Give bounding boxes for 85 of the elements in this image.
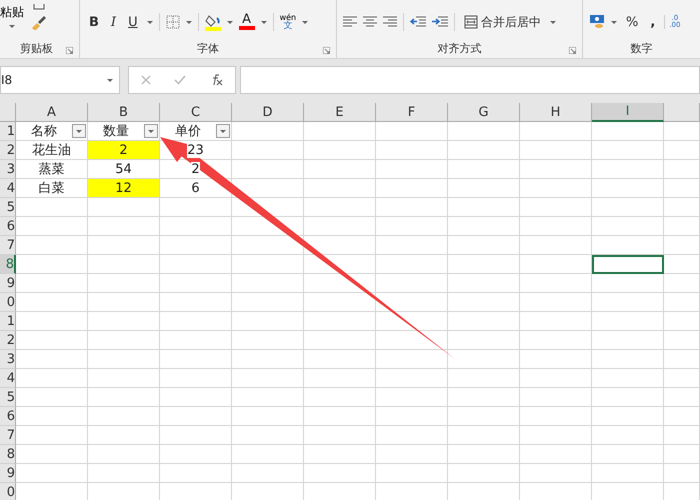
currency-icon[interactable] (589, 14, 605, 30)
row-header[interactable]: 7 (0, 236, 16, 255)
font-color-button[interactable]: A (238, 14, 255, 30)
row-header[interactable]: 4 (0, 179, 16, 198)
dialog-launcher-icon[interactable] (569, 47, 576, 54)
align-right-icon[interactable] (383, 16, 397, 28)
column-header[interactable]: G (448, 103, 520, 122)
filter-button[interactable] (216, 124, 230, 138)
name-box[interactable]: I8 (0, 66, 120, 94)
row-header[interactable]: 0 (0, 483, 16, 500)
row-header[interactable]: 2 (0, 331, 16, 350)
caret-icon (148, 130, 154, 132)
row-header[interactable]: 5 (0, 198, 16, 217)
dialog-launcher-icon[interactable] (66, 47, 73, 54)
column-header[interactable]: A (16, 103, 88, 122)
column-header[interactable]: C (160, 103, 232, 122)
row-header[interactable]: 6 (0, 407, 16, 426)
caret-icon[interactable] (550, 20, 556, 24)
italic-button[interactable]: I (108, 14, 120, 30)
caret-icon[interactable] (260, 20, 267, 24)
phonetic-button[interactable]: wén 文 (280, 13, 296, 31)
borders-icon[interactable] (166, 15, 180, 29)
comma-button[interactable]: , (647, 14, 658, 30)
table-cell: 单价 (160, 122, 232, 141)
caret-icon[interactable] (611, 20, 617, 24)
color-bar-icon (238, 26, 255, 30)
column-header[interactable]: H (520, 103, 592, 122)
increase-indent-icon[interactable] (432, 16, 448, 28)
row-header[interactable]: 5 (0, 388, 16, 407)
align-center-icon[interactable] (363, 16, 377, 28)
row-header[interactable]: 1 (0, 122, 16, 141)
caret-icon[interactable] (186, 20, 192, 24)
column-header[interactable]: D (232, 103, 304, 122)
row-header[interactable]: 6 (0, 217, 16, 236)
fill-color-icon[interactable] (204, 13, 221, 31)
decrease-indent-icon[interactable] (410, 16, 426, 28)
column-header[interactable]: B (88, 103, 160, 122)
merge-center-button[interactable]: 合并后居中 (461, 12, 544, 32)
caret-icon[interactable] (146, 20, 153, 24)
caret-icon[interactable] (302, 20, 308, 24)
filter-button[interactable] (72, 124, 86, 138)
percent-button[interactable]: % (623, 14, 642, 30)
table-cell: 白菜 (16, 179, 88, 198)
row-header[interactable]: 9 (0, 464, 16, 483)
row-header[interactable]: 2 (0, 141, 16, 160)
filter-button[interactable] (144, 124, 158, 138)
table-cell: 54 (88, 160, 160, 179)
row-header[interactable]: 7 (0, 426, 16, 445)
caret-icon (76, 130, 82, 132)
caret-icon[interactable] (9, 25, 15, 28)
caret-icon (220, 130, 226, 132)
table-cell: 数量 (88, 122, 160, 141)
merge-icon (464, 15, 478, 29)
row-header[interactable]: 3 (0, 160, 16, 179)
row-header[interactable]: 0 (0, 293, 16, 312)
check-icon[interactable] (174, 75, 186, 85)
brush-icon[interactable] (30, 14, 48, 30)
column-header[interactable]: I (592, 103, 664, 122)
table-cell: 名称 (16, 122, 88, 141)
row-header[interactable]: 4 (0, 369, 16, 388)
dialog-launcher-icon[interactable] (323, 47, 330, 54)
formula-input[interactable] (240, 66, 700, 94)
table-cell: 2 (88, 141, 160, 160)
row-header[interactable]: 8 (0, 445, 16, 464)
group-label: 字体 (197, 40, 219, 56)
align-left-icon[interactable] (343, 16, 357, 28)
group-label: 数字 (630, 40, 652, 56)
row-header[interactable]: 1 (0, 312, 16, 331)
row-header[interactable]: 3 (0, 350, 16, 369)
row-header[interactable]: 8 (0, 255, 16, 274)
bold-button[interactable]: B (86, 14, 102, 30)
table-cell: 花生油 (16, 141, 88, 160)
group-label: 对齐方式 (438, 40, 482, 56)
table-cell: 蒸菜 (16, 160, 88, 179)
table-cell: 12 (88, 179, 160, 198)
group-label: 剪贴板 (20, 40, 53, 56)
paste-button[interactable]: 粘贴 (0, 4, 24, 21)
active-cell (592, 255, 664, 274)
caret-icon[interactable] (107, 78, 113, 82)
underline-button[interactable]: U (125, 14, 141, 30)
column-header[interactable]: E (304, 103, 376, 122)
caret-icon[interactable] (226, 20, 233, 24)
column-header[interactable]: F (376, 103, 448, 122)
row-header[interactable]: 9 (0, 274, 16, 293)
table-cell: 6 (160, 179, 232, 198)
